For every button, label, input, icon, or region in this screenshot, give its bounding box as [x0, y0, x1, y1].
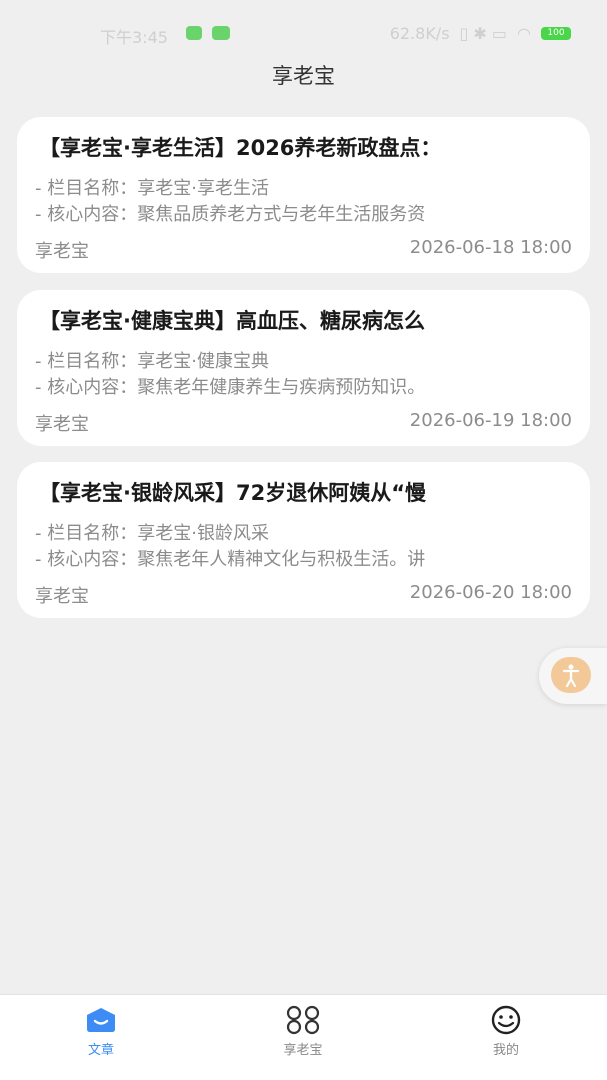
article-author: 享老宝: [35, 241, 89, 262]
accessibility-button[interactable]: [539, 648, 607, 704]
article-date: 2026-06-19 18:00: [409, 410, 572, 431]
smiley-icon: [491, 1005, 521, 1035]
article-date: 2026-06-20 18:00: [409, 582, 572, 603]
page-title: 享老宝: [272, 64, 335, 88]
article-icon: [87, 1008, 115, 1032]
article-column: - 栏目名称：享老宝·银龄风采: [35, 523, 269, 544]
tool-icon: [212, 26, 230, 40]
status-bar: 下午3:45 62.8K/s ▯ ✱ ▭ ◠ 100: [0, 0, 607, 62]
article-card[interactable]: 【享老宝·健康宝典】高血压、糖尿病怎么 - 栏目名称：享老宝·健康宝典 - 核心…: [17, 290, 590, 446]
article-content: - 核心内容：聚焦品质养老方式与老年生活服务资: [35, 204, 426, 225]
article-column: - 栏目名称：享老宝·健康宝典: [35, 351, 269, 372]
article-title: 【享老宝·银龄风采】72岁退休阿姨从“慢: [39, 481, 427, 505]
battery-icon: 100: [541, 27, 571, 40]
article-title: 【享老宝·享老生活】2026养老新政盘点：: [39, 136, 442, 160]
article-card[interactable]: 【享老宝·银龄风采】72岁退休阿姨从“慢 - 栏目名称：享老宝·银龄风采 - 核…: [17, 462, 590, 618]
status-indicators: 62.8K/s ▯ ✱ ▭ ◠ 100: [390, 24, 571, 43]
tab-articles[interactable]: 文章: [41, 1005, 161, 1058]
article-date: 2026-06-18 18:00: [409, 237, 572, 258]
article-title: 【享老宝·健康宝典】高血压、糖尿病怎么: [39, 309, 425, 333]
article-content: - 核心内容：聚焦老年健康养生与疾病预防知识。: [35, 377, 426, 398]
article-content: - 核心内容：聚焦老年人精神文化与积极生活。讲: [35, 549, 426, 570]
bottom-tab-bar: 文章 享老宝 我的: [0, 994, 607, 1080]
network-speed: 62.8K/s: [389, 24, 450, 43]
status-time: 下午3:45: [100, 28, 168, 47]
article-author: 享老宝: [35, 414, 89, 435]
article-card[interactable]: 【享老宝·享老生活】2026养老新政盘点： - 栏目名称：享老宝·享老生活 - …: [17, 117, 590, 273]
grid-icon: [286, 1005, 320, 1035]
signal-icon: ▯ ✱ ▭: [459, 24, 508, 43]
wifi-icon: ◠: [517, 24, 531, 43]
tab-mine[interactable]: 我的: [446, 1005, 566, 1058]
article-column: - 栏目名称：享老宝·享老生活: [35, 178, 269, 199]
tab-xianglaobao[interactable]: 享老宝: [243, 1005, 363, 1058]
accessibility-icon: [551, 657, 591, 693]
wechat-icon: [186, 26, 202, 40]
article-author: 享老宝: [35, 586, 89, 607]
